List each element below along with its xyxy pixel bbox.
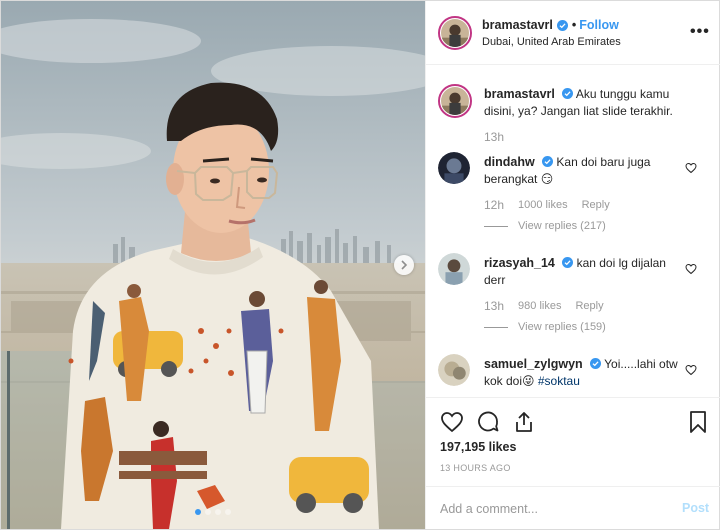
post-author-username[interactable]: bramastavrl (482, 18, 553, 32)
comment-likes[interactable]: 1000 likes (518, 199, 568, 211)
avatar-image (438, 152, 470, 184)
comment-username[interactable]: dindahw (484, 155, 535, 169)
verified-badge-icon (590, 358, 601, 369)
header-separator: • (571, 18, 577, 32)
avatar-image (438, 253, 470, 285)
add-comment-row: Post (426, 486, 720, 530)
caption-meta: 13h (484, 130, 504, 144)
avatar-image (441, 19, 469, 47)
comment-bubble-icon[interactable] (476, 410, 500, 434)
comment-meta: 12h 1000 likes Reply (484, 198, 610, 212)
comment-body: dindahw Kan doi baru juga berangkat 😏 (484, 154, 679, 188)
avatar-image (438, 354, 470, 386)
post-sidebar: bramastavrl • Follow Dubai, United Arab … (425, 1, 720, 529)
carousel-dot (205, 509, 211, 515)
comment-time[interactable]: 13h (484, 299, 504, 313)
comment-username[interactable]: samuel_zylgwyn (484, 357, 583, 371)
comment-username[interactable]: rizasyah_14 (484, 256, 555, 270)
bookmark-icon[interactable] (686, 410, 710, 434)
instagram-post: bramastavrl • Follow Dubai, United Arab … (0, 0, 720, 530)
reply-button[interactable]: Reply (575, 300, 603, 312)
avatar[interactable] (438, 152, 470, 184)
caption-body: bramastavrl Aku tunggu kamu disini, ya? … (484, 86, 679, 120)
comment-body: rizasyah_14 kan doi lg dijalan derr (484, 255, 679, 289)
comment-time[interactable]: 12h (484, 198, 504, 212)
likes-count[interactable]: 197,195 likes (440, 440, 516, 454)
comments-list: bramastavrl Aku tunggu kamu disini, ya? … (426, 66, 720, 396)
avatar[interactable] (438, 354, 470, 386)
hashtag-link[interactable]: #soktau (538, 374, 580, 388)
more-options-icon[interactable]: ••• (690, 23, 710, 41)
caption-time[interactable]: 13h (484, 130, 504, 144)
carousel-dots (1, 509, 425, 515)
comment-like-heart-icon[interactable] (685, 364, 697, 376)
view-replies-button[interactable]: View replies (159) (518, 321, 606, 333)
photo-scene (1, 1, 425, 529)
post-actions: 197,195 likes 13 HOURS AGO Post (426, 397, 720, 529)
share-upload-icon[interactable] (512, 410, 536, 434)
post-comment-button[interactable]: Post (682, 501, 709, 515)
post-timestamp[interactable]: 13 HOURS AGO (440, 463, 511, 473)
verified-badge-icon (556, 19, 568, 31)
view-replies-button[interactable]: View replies (217) (518, 220, 606, 232)
post-photo[interactable] (1, 1, 425, 529)
caption-username[interactable]: bramastavrl (484, 87, 555, 101)
comment-like-heart-icon[interactable] (685, 162, 697, 174)
post-header: bramastavrl • Follow Dubai, United Arab … (426, 1, 720, 65)
avatar[interactable] (438, 84, 472, 118)
avatar[interactable] (438, 16, 472, 50)
carousel-dot (195, 509, 201, 515)
chevron-right-icon (401, 260, 408, 270)
follow-button[interactable]: Follow (579, 18, 619, 32)
header-name-row: bramastavrl • Follow (482, 18, 619, 32)
avatar[interactable] (438, 253, 470, 285)
comment-likes[interactable]: 980 likes (518, 300, 561, 312)
comment-like-heart-icon[interactable] (685, 263, 697, 275)
carousel-dot (215, 509, 221, 515)
verified-badge-icon (542, 156, 554, 167)
carousel-dot (225, 509, 231, 515)
reply-button[interactable]: Reply (582, 199, 610, 211)
verified-badge-icon (562, 88, 574, 99)
comment-body: samuel_zylgwyn Yoi.....lahi otw kok doi😜… (484, 356, 679, 390)
heart-icon[interactable] (440, 410, 464, 434)
avatar-image (441, 87, 469, 115)
verified-badge-icon (562, 257, 574, 268)
comment-input[interactable] (440, 499, 660, 519)
next-slide-button[interactable] (394, 255, 414, 275)
comment-meta: 13h 980 likes Reply (484, 299, 604, 313)
post-location[interactable]: Dubai, United Arab Emirates (482, 36, 621, 48)
